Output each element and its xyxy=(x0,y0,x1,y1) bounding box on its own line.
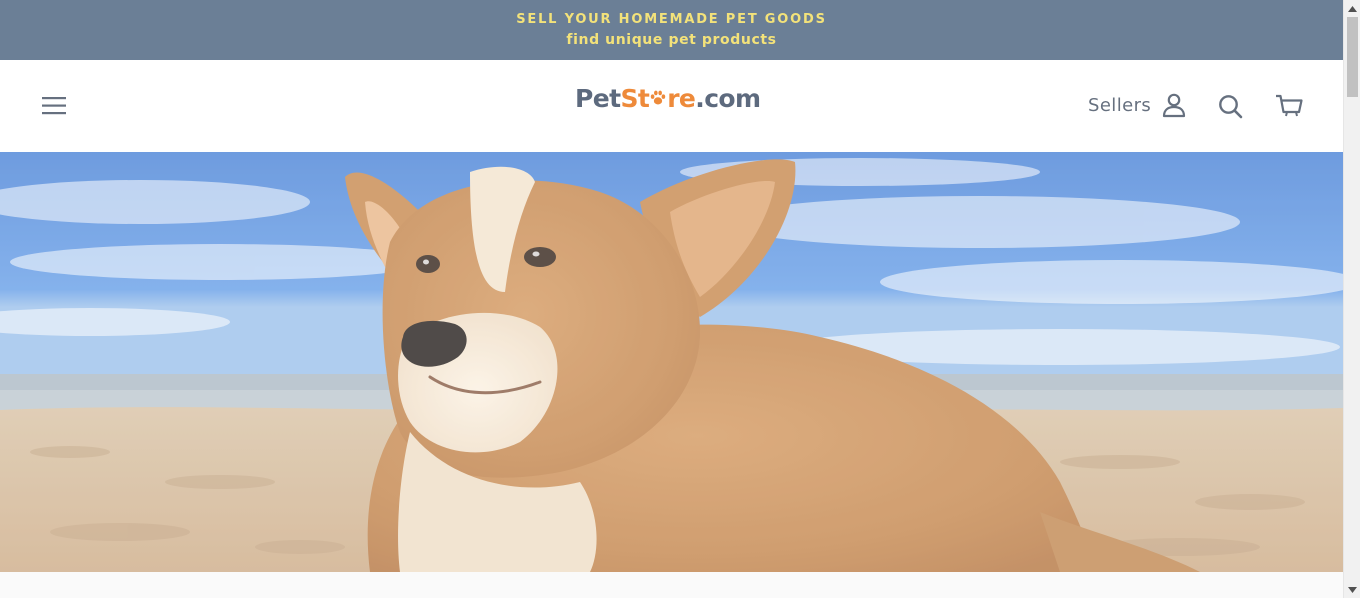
logo-wordmark: Pet St re .com xyxy=(575,84,761,113)
search-button[interactable] xyxy=(1216,92,1246,122)
logo-part-store: St re xyxy=(620,84,695,113)
logo-part-st: St xyxy=(620,84,650,113)
arrow-up-icon xyxy=(1348,5,1357,12)
site-logo[interactable]: Pet St re .com xyxy=(575,84,761,113)
arrow-down-icon xyxy=(1348,586,1357,593)
cart-button[interactable] xyxy=(1274,92,1304,122)
page: SELL YOUR HOMEMADE PET GOODS find unique… xyxy=(0,0,1343,598)
logo-part-re: re xyxy=(667,84,696,113)
sellers-link[interactable]: Sellers xyxy=(1088,95,1151,116)
user-icon xyxy=(1162,93,1186,118)
paw-icon xyxy=(651,90,666,105)
announcement-bar[interactable]: SELL YOUR HOMEMADE PET GOODS find unique… xyxy=(0,0,1343,60)
menu-button[interactable] xyxy=(40,93,68,119)
site-header: Pet St re .com Sellers xyxy=(0,60,1343,152)
scroll-down-arrow[interactable] xyxy=(1344,581,1360,598)
menu-icon xyxy=(42,97,66,115)
search-icon xyxy=(1219,95,1243,119)
scroll-up-arrow[interactable] xyxy=(1344,0,1360,17)
logo-part-pet: Pet xyxy=(575,84,621,113)
announcement-headline[interactable]: SELL YOUR HOMEMADE PET GOODS xyxy=(516,11,827,29)
cart-icon xyxy=(1276,94,1303,117)
logo-part-dotcom: .com xyxy=(695,84,761,113)
hero-banner[interactable] xyxy=(0,152,1343,572)
announcement-subline[interactable]: find unique pet products xyxy=(566,30,776,50)
scroll-thumb[interactable] xyxy=(1347,17,1358,97)
content-area xyxy=(0,572,1343,598)
page-scrollbar[interactable] xyxy=(1343,0,1360,598)
account-button[interactable] xyxy=(1160,91,1190,121)
hero-image xyxy=(0,152,1343,572)
